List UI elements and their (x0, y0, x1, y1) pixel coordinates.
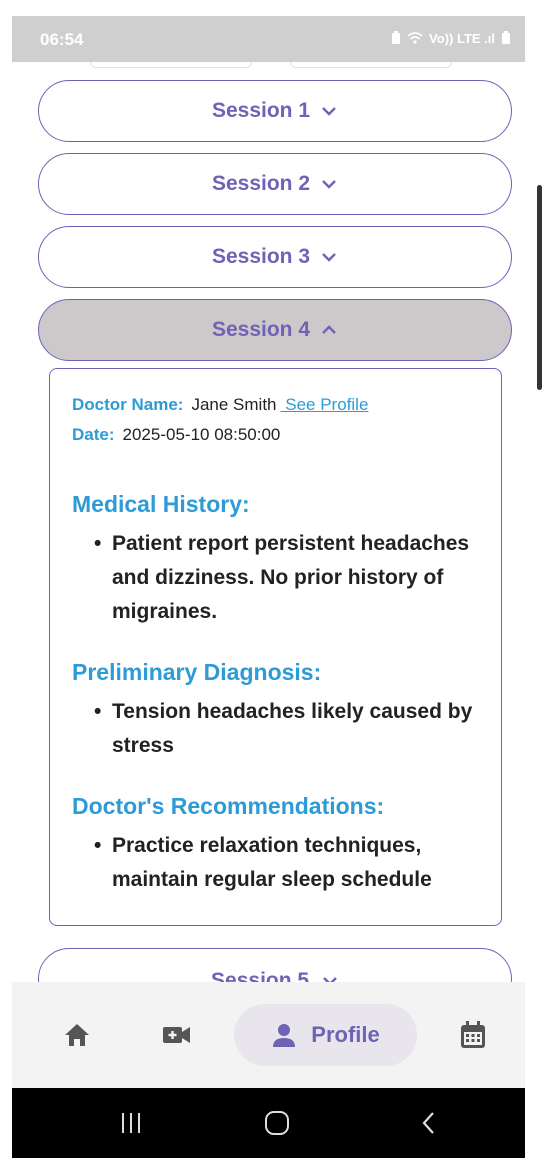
session-2-button[interactable]: Session 2 (38, 153, 512, 215)
nav-profile[interactable]: Profile (234, 1004, 417, 1066)
recommendations-text: Practice relaxation techniques, maintain… (112, 834, 432, 891)
chevron-up-icon (322, 325, 336, 334)
home-icon (65, 1024, 89, 1046)
system-nav-bar (12, 1088, 525, 1158)
bullet-dot: • (94, 834, 102, 857)
recents-button[interactable] (116, 1108, 146, 1138)
doctor-name-value: Jane Smith (191, 395, 277, 414)
person-icon (273, 1024, 296, 1047)
status-icons: Vo)) LTE .ıl (391, 31, 511, 46)
medical-history-text: Patient report persistent headaches and … (112, 532, 470, 623)
bullet-dot: • (94, 532, 102, 555)
nav-profile-label: Profile (311, 1022, 380, 1047)
status-time: 06:54 (40, 30, 84, 49)
doctor-name-label: Doctor Name: (72, 395, 184, 414)
calendar-icon (461, 1021, 485, 1048)
status-bar: 06:54 Vo)) LTE .ıl (12, 16, 525, 62)
medical-history-heading: Medical History: (72, 491, 250, 517)
chevron-down-icon (322, 107, 336, 116)
recommendations-heading: Doctor's Recommendations: (72, 793, 385, 819)
list-item: • Tension headaches likely caused by str… (94, 695, 474, 763)
date-label: Date: (72, 425, 115, 444)
scrollbar[interactable] (537, 185, 542, 390)
date-value: 2025-05-10 08:50:00 (122, 425, 281, 444)
nav-home[interactable] (52, 1004, 102, 1066)
chevron-down-icon (322, 253, 336, 262)
wifi-icon (407, 32, 423, 44)
back-button[interactable] (414, 1108, 444, 1138)
video-add-icon (163, 1027, 190, 1043)
session-3-button[interactable]: Session 3 (38, 226, 512, 288)
date-row: Date: 2025-05-10 08:50:00 (72, 425, 280, 445)
recents-icon (122, 1113, 140, 1133)
nav-calendar[interactable] (448, 1004, 498, 1066)
top-tabs-edge (12, 62, 525, 70)
session-detail-card: Doctor Name: Jane Smith See Profile Date:… (49, 368, 502, 926)
nav-video[interactable] (152, 1004, 202, 1066)
back-icon (422, 1112, 434, 1134)
battery-saver-icon (392, 31, 401, 44)
session-1-button[interactable]: Session 1 (38, 80, 512, 142)
network-indicator: Vo)) LTE .ıl (429, 31, 495, 46)
doctor-row: Doctor Name: Jane Smith See Profile (72, 395, 368, 415)
session-4-label: Session 4 (211, 318, 311, 341)
bottom-nav: Profile (12, 982, 525, 1088)
session-2-label: Session 2 (211, 172, 311, 195)
list-item: • Practice relaxation techniques, mainta… (94, 829, 474, 897)
bullet-dot: • (94, 700, 102, 723)
home-system-button[interactable] (262, 1108, 292, 1138)
session-4-button[interactable]: Session 4 (38, 299, 512, 361)
see-profile-link[interactable]: See Profile (281, 395, 368, 414)
battery-icon (502, 31, 510, 44)
session-1-label: Session 1 (211, 99, 311, 122)
diagnosis-heading: Preliminary Diagnosis: (72, 659, 322, 685)
list-item: • Patient report persistent headaches an… (94, 527, 474, 629)
home-circle-icon (265, 1111, 289, 1135)
diagnosis-text: Tension headaches likely caused by stres… (112, 700, 473, 757)
chevron-down-icon (322, 180, 336, 189)
session-3-label: Session 3 (211, 245, 311, 268)
